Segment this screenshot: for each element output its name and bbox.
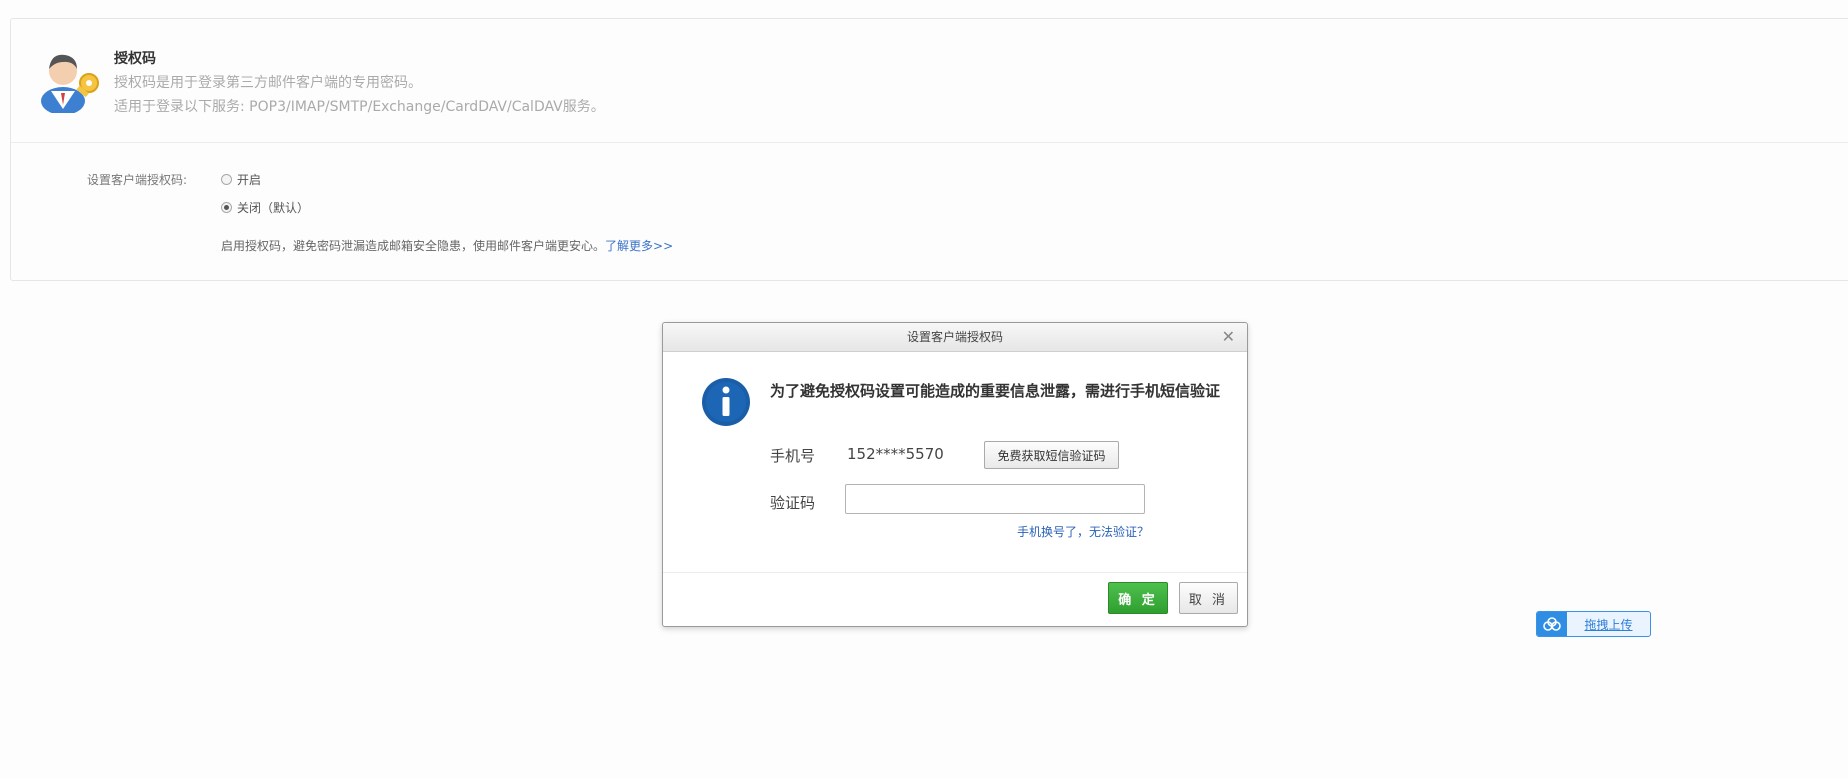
auth-code-title: 授权码 xyxy=(114,51,156,67)
dialog-footer-divider xyxy=(663,572,1247,573)
radio-enable[interactable]: 开启 xyxy=(221,171,261,188)
phone-label: 手机号 xyxy=(770,447,816,465)
cloud-upload-icon xyxy=(1537,612,1567,636)
auth-code-panel: 授权码 授权码是用于登录第三方邮件客户端的专用密码。 适用于登录以下服务: PO… xyxy=(10,18,1848,281)
radio-enable-button[interactable] xyxy=(221,174,232,185)
radio-enable-label: 开启 xyxy=(237,173,262,187)
auth-hint-text: 启用授权码，避免密码泄漏造成邮箱安全隐患，使用邮件客户端更安心。 xyxy=(221,239,606,253)
get-sms-code-button[interactable]: 免费获取短信验证码 xyxy=(984,441,1119,469)
drag-upload-button[interactable]: 拖拽上传 xyxy=(1536,611,1651,637)
radio-disable-button[interactable] xyxy=(221,202,232,213)
dialog-titlebar: 设置客户端授权码 ✕ xyxy=(663,323,1247,352)
phone-changed-link[interactable]: 手机换号了，无法验证？ xyxy=(1017,523,1149,540)
user-key-icon xyxy=(41,54,99,113)
sms-verify-dialog: 设置客户端授权码 ✕ 为了避免授权码设置可能造成的重要信息泄露，需进行手机短信验… xyxy=(662,322,1248,627)
drag-upload-label: 拖拽上传 xyxy=(1584,617,1633,632)
code-label: 验证码 xyxy=(770,494,816,512)
cancel-button[interactable]: 取 消 xyxy=(1179,582,1238,614)
verify-message: 为了避免授权码设置可能造成的重要信息泄露，需进行手机短信验证 xyxy=(770,382,1221,400)
info-icon xyxy=(702,378,750,426)
learn-more-link[interactable]: 了解更多>> xyxy=(605,239,673,253)
radio-disable[interactable]: 关闭（默认） xyxy=(221,199,309,216)
phone-value: 152****5570 xyxy=(847,445,944,463)
setting-label: 设置客户端授权码: xyxy=(87,173,188,187)
code-input[interactable] xyxy=(845,484,1145,514)
auth-hint: 启用授权码，避免密码泄漏造成邮箱安全隐患，使用邮件客户端更安心。了解更多>> xyxy=(221,237,673,254)
auth-code-description: 授权码是用于登录第三方邮件客户端的专用密码。 xyxy=(114,75,422,91)
auth-code-services: 适用于登录以下服务: POP3/IMAP/SMTP/Exchange/CardD… xyxy=(114,99,605,115)
close-icon[interactable]: ✕ xyxy=(1222,323,1235,351)
confirm-button[interactable]: 确 定 xyxy=(1108,582,1168,614)
auth-code-header: 授权码 授权码是用于登录第三方邮件客户端的专用密码。 适用于登录以下服务: PO… xyxy=(11,19,1848,143)
radio-disable-label: 关闭（默认） xyxy=(237,201,310,215)
dialog-title: 设置客户端授权码 xyxy=(906,330,1003,344)
